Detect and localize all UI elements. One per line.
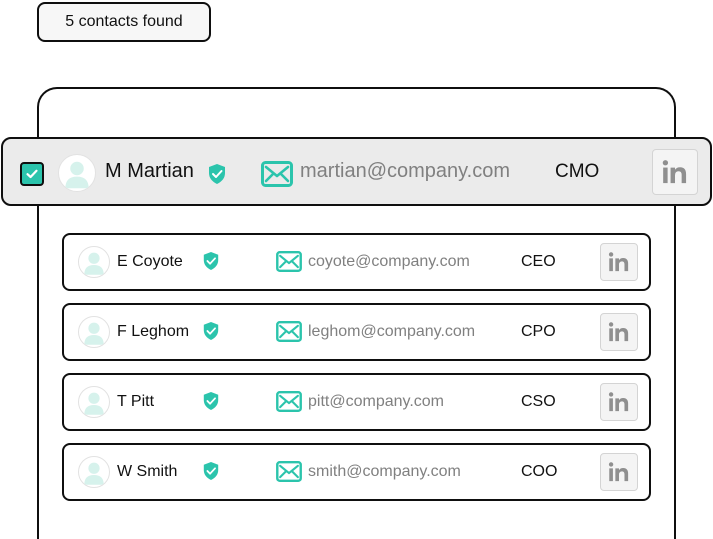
contact-row[interactable]: F Leghom leghom@company.com CPO: [62, 303, 651, 361]
user-avatar-icon: [65, 161, 89, 189]
results-count-label: 5 contacts found: [65, 13, 183, 30]
contacts-panel: 5 contacts found M Martian martian@compa…: [0, 0, 713, 539]
contact-email[interactable]: coyote@company.com: [308, 235, 470, 289]
shield-check-icon: [202, 251, 220, 271]
contact-email[interactable]: martian@company.com: [300, 139, 510, 204]
contact-name: F Leghom: [117, 323, 190, 340]
linkedin-icon: [662, 160, 687, 184]
linkedin-button[interactable]: [600, 453, 638, 491]
contact-row[interactable]: E Coyote coyote@company.com CEO: [62, 233, 651, 291]
user-avatar-icon: [84, 252, 104, 275]
select-checkbox[interactable]: [20, 162, 44, 186]
contact-name: T Pitt: [117, 393, 155, 410]
user-avatar-icon: [84, 462, 104, 485]
linkedin-icon: [608, 462, 629, 482]
shield-check-icon: [202, 391, 220, 411]
linkedin-icon: [608, 322, 629, 342]
envelope-icon: [276, 391, 302, 412]
envelope-icon: [276, 321, 302, 342]
envelope-icon: [276, 251, 302, 272]
contact-title: CSO: [521, 393, 556, 410]
contact-email[interactable]: leghom@company.com: [308, 305, 475, 359]
envelope-icon: [276, 461, 302, 482]
contact-title: CEO: [521, 253, 556, 270]
avatar: [78, 386, 110, 418]
contact-name: W Smith: [117, 463, 178, 480]
linkedin-button[interactable]: [600, 313, 638, 351]
contact-email[interactable]: smith@company.com: [308, 445, 461, 499]
contact-row[interactable]: T Pitt pitt@company.com CSO: [62, 373, 651, 431]
linkedin-button[interactable]: [652, 149, 698, 195]
contact-row[interactable]: W Smith smith@company.com COO: [62, 443, 651, 501]
linkedin-icon: [608, 392, 629, 412]
linkedin-button[interactable]: [600, 383, 638, 421]
contact-row-selected[interactable]: M Martian martian@company.com CMO: [1, 137, 712, 206]
envelope-icon: [261, 161, 293, 187]
linkedin-button[interactable]: [600, 243, 638, 281]
contact-title: CMO: [555, 160, 600, 182]
checkmark-icon: [26, 169, 38, 179]
contact-title: COO: [521, 463, 558, 480]
shield-check-icon: [202, 321, 220, 341]
shield-check-icon: [202, 461, 220, 481]
avatar: [78, 316, 110, 348]
contact-name: E Coyote: [117, 253, 183, 270]
contact-name: M Martian: [105, 160, 194, 182]
user-avatar-icon: [84, 392, 104, 415]
avatar: [78, 246, 110, 278]
linkedin-icon: [608, 252, 629, 272]
contact-title: CPO: [521, 323, 556, 340]
contact-email[interactable]: pitt@company.com: [308, 375, 444, 429]
results-count-badge: 5 contacts found: [37, 2, 211, 42]
user-avatar-icon: [84, 322, 104, 345]
avatar: [58, 154, 96, 192]
shield-check-icon: [207, 163, 227, 185]
avatar: [78, 456, 110, 488]
